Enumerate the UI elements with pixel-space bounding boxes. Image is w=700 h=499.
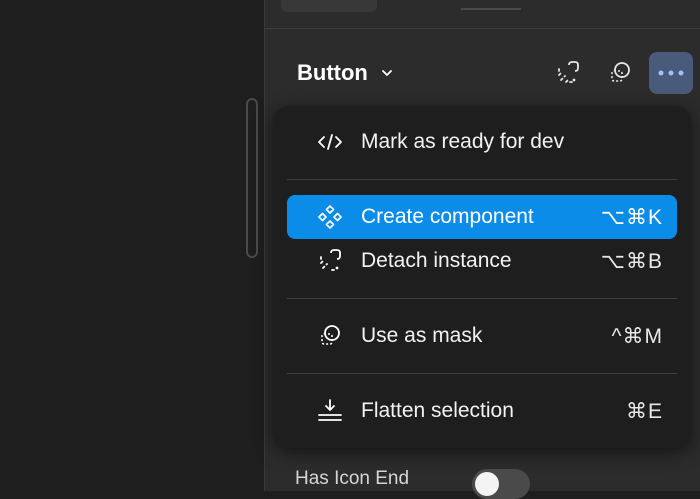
component-name-dropdown[interactable]: Button (297, 60, 394, 86)
use-as-mask-button[interactable] (603, 56, 637, 90)
toggle-knob (475, 472, 499, 496)
menu-item-detach-instance[interactable]: Detach instance ⌥⌘B (287, 239, 677, 283)
menu-item-shortcut: ⌘E (625, 400, 663, 423)
more-options-button[interactable] (649, 52, 693, 94)
component-header: Button (265, 50, 700, 96)
menu-divider (287, 179, 677, 180)
component-icon (317, 205, 343, 229)
flatten-icon (317, 399, 343, 423)
menu-divider (287, 298, 677, 299)
panel-tabs (265, 0, 700, 29)
menu-item-shortcut: ⌥⌘B (600, 250, 663, 273)
property-has-icon-end-label: Has Icon End (295, 468, 410, 489)
menu-divider (287, 373, 677, 374)
more-options-icon (658, 70, 684, 76)
menu-item-label: Detach instance (361, 249, 512, 272)
menu-item-label: Mark as ready for dev (361, 130, 565, 153)
menu-item-use-as-mask[interactable]: Use as mask ^⌘M (287, 314, 677, 358)
menu-item-shortcut: ⌥⌘K (600, 206, 663, 229)
code-icon (317, 130, 343, 154)
menu-item-label: Create component (361, 205, 534, 228)
canvas-scrollbar[interactable] (246, 98, 258, 258)
detach-instance-icon (558, 61, 579, 83)
has-icon-end-toggle[interactable] (472, 469, 530, 499)
context-menu: Mark as ready for dev Create component ⌥… (273, 106, 691, 448)
detach-instance-button[interactable] (551, 56, 585, 90)
tab-prototype[interactable] (461, 0, 521, 10)
menu-item-label: Use as mask (361, 324, 483, 347)
detach-icon (317, 249, 343, 273)
menu-item-create-component[interactable]: Create component ⌥⌘K (287, 195, 677, 239)
chevron-down-icon (381, 70, 392, 76)
component-name: Button (297, 60, 368, 85)
use-as-mask-icon (611, 62, 630, 82)
menu-item-flatten-selection[interactable]: Flatten selection ⌘E (287, 389, 677, 433)
menu-item-shortcut: ^⌘M (611, 325, 663, 348)
mask-icon (317, 324, 343, 348)
tab-design[interactable] (281, 0, 377, 12)
canvas-area[interactable] (0, 0, 264, 491)
menu-item-mark-ready-for-dev[interactable]: Mark as ready for dev (287, 120, 677, 164)
menu-item-label: Flatten selection (361, 399, 514, 422)
